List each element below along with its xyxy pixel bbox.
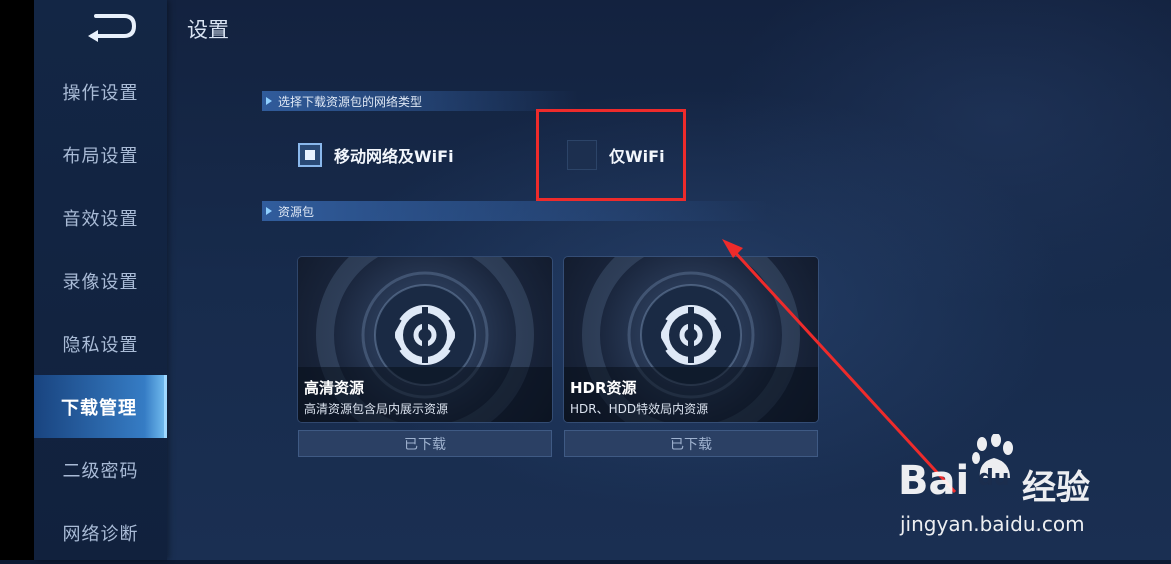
section-header-network: 选择下载资源包的网络类型 [262, 91, 578, 111]
pack-title: 高清资源 [304, 379, 365, 397]
option-mobile-and-wifi[interactable]: 移动网络及WiFi [298, 143, 454, 167]
back-button[interactable] [86, 8, 138, 44]
section-label: 选择下载资源包的网络类型 [278, 94, 423, 109]
sidebar-item-layout[interactable]: 布局设置 [34, 123, 167, 186]
sidebar-item-label: 下载管理 [61, 397, 137, 419]
section-label: 资源包 [278, 204, 315, 219]
checkbox-checked-icon[interactable] [298, 143, 322, 167]
pack-card-hdr[interactable]: HDR资源 HDR、HDD特效局内资源 [564, 257, 818, 422]
pack-card-hd[interactable]: 高清资源 高清资源包含局内展示资源 [298, 257, 552, 422]
sidebar-item-recording[interactable]: 录像设置 [34, 249, 167, 312]
sidebar-item-operation[interactable]: 操作设置 [34, 60, 167, 123]
option-label: 移动网络及WiFi [334, 147, 454, 166]
pack-description: HDR、HDD特效局内资源 [570, 402, 709, 416]
watermark-logo-text2: du [978, 466, 1010, 491]
baidu-watermark: Bai du 经验 jingyan.baidu.com [898, 434, 1118, 544]
screen-edge [0, 0, 34, 560]
pack-title: HDR资源 [570, 379, 637, 397]
sidebar-item-label: 隐私设置 [62, 334, 139, 356]
sidebar-item-label: 二级密码 [62, 460, 139, 482]
sidebar-item-label: 布局设置 [62, 145, 139, 167]
page-title: 设置 [187, 18, 229, 42]
sidebar-item-sound[interactable]: 音效设置 [34, 186, 167, 249]
pack-description: 高清资源包含局内展示资源 [304, 402, 449, 416]
annotation-highlight-box [536, 109, 686, 201]
sidebar-item-network[interactable]: 网络诊断 [34, 501, 167, 564]
back-arrow-icon [88, 14, 137, 42]
watermark-brand: 经验 [1022, 468, 1090, 508]
downloaded-button-hdr[interactable]: 已下载 [564, 430, 818, 457]
sidebar-item-label: 音效设置 [62, 208, 139, 230]
sidebar-item-label: 录像设置 [62, 271, 139, 293]
sidebar-item-download[interactable]: 下载管理 [34, 375, 167, 438]
watermark-logo-text: Bai [898, 458, 970, 504]
watermark-url: jingyan.baidu.com [900, 512, 1085, 536]
sidebar-item-password[interactable]: 二级密码 [34, 438, 167, 501]
sidebar-item-label: 网络诊断 [62, 523, 139, 545]
sidebar-item-privacy[interactable]: 隐私设置 [34, 312, 167, 375]
section-header-packs: 资源包 [262, 201, 768, 221]
downloaded-button-hd[interactable]: 已下载 [298, 430, 552, 457]
sidebar-item-label: 操作设置 [62, 82, 139, 104]
